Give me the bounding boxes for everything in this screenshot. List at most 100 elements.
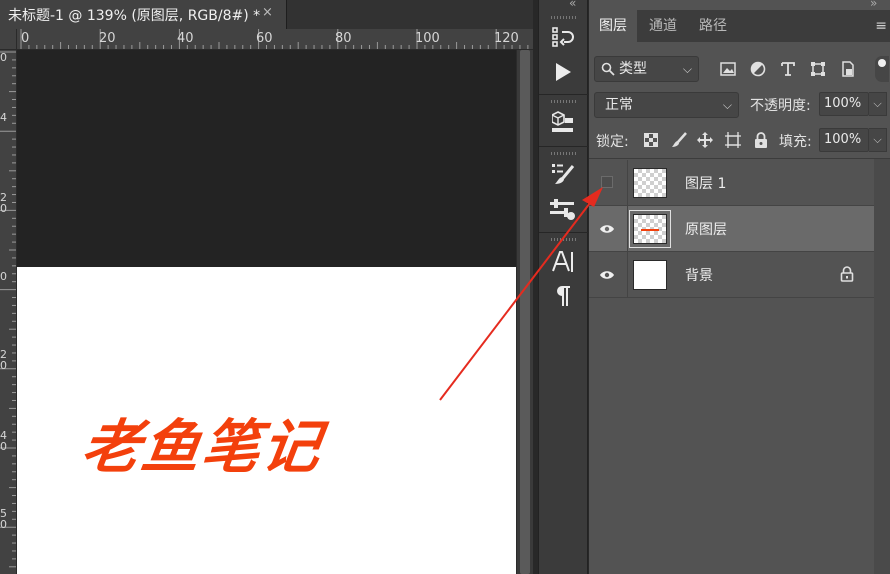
expand-panels-icon[interactable]: « bbox=[569, 0, 576, 10]
opacity-input[interactable]: 100% bbox=[819, 92, 869, 116]
layers-scrollbar[interactable] bbox=[874, 159, 890, 574]
layer-row-background[interactable]: 背景 bbox=[589, 252, 874, 298]
paragraph-button[interactable] bbox=[549, 282, 577, 310]
ruler-h-label: 120 bbox=[494, 31, 519, 46]
ruler-v-label: 2 0 bbox=[0, 191, 7, 215]
tab-layers[interactable]: 图层 bbox=[589, 10, 637, 42]
tab-channels[interactable]: 通道 bbox=[639, 10, 687, 42]
actions-button[interactable] bbox=[549, 58, 577, 86]
3d-button[interactable] bbox=[549, 108, 577, 136]
layer-lock-icon[interactable] bbox=[839, 266, 855, 282]
visibility-toggle[interactable] bbox=[599, 221, 615, 237]
row-divider bbox=[627, 252, 628, 298]
grip-handle-icon[interactable] bbox=[551, 16, 577, 19]
history-button[interactable] bbox=[549, 24, 577, 52]
close-tab-icon[interactable]: × bbox=[262, 5, 273, 20]
document-tab[interactable]: 未标题-1 @ 139% (原图层, RGB/8#) * × bbox=[0, 0, 287, 29]
layer-list-divider bbox=[589, 158, 890, 159]
brush-settings-button[interactable] bbox=[549, 160, 577, 188]
brush-settings-icon bbox=[552, 164, 575, 184]
panel-tabs: 图层 通道 路径 ≡ bbox=[589, 10, 890, 42]
document-area: 未标题-1 @ 139% (原图层, RGB/8#) * × 0 20 40 6… bbox=[0, 0, 533, 574]
filter-toggle[interactable] bbox=[875, 56, 889, 82]
filter-adjustment-button[interactable] bbox=[749, 60, 767, 78]
scrollbar-thumb[interactable] bbox=[520, 50, 530, 574]
opacity-dropdown-button[interactable]: ⌵ bbox=[869, 92, 887, 116]
grip-handle-icon[interactable] bbox=[551, 238, 577, 241]
horizontal-ruler[interactable]: 0 20 40 60 80 100 120 bbox=[17, 29, 533, 50]
dock-separator bbox=[539, 146, 589, 147]
eye-icon bbox=[600, 271, 614, 279]
character-button[interactable] bbox=[549, 248, 577, 276]
lock-transparent-pixels-button[interactable] bbox=[642, 131, 660, 149]
checkerboard-icon bbox=[644, 133, 658, 147]
dock-separator bbox=[539, 232, 589, 233]
layer-row-layer-1[interactable]: 图层 1 bbox=[589, 160, 874, 206]
layer-thumbnail bbox=[633, 168, 667, 198]
layer-thumbnail bbox=[633, 260, 667, 290]
vertical-ruler-ticks bbox=[0, 51, 16, 568]
adjustments-icon bbox=[550, 199, 575, 220]
ruler-v-label: 5 0 bbox=[0, 507, 7, 531]
panel-dock-strip: « bbox=[538, 0, 589, 574]
layer-filter-value: 类型 bbox=[619, 61, 647, 77]
lock-label: 锁定: bbox=[596, 134, 629, 150]
lock-position-button[interactable] bbox=[696, 131, 714, 149]
shape-icon bbox=[811, 62, 825, 76]
filter-smart-object-button[interactable] bbox=[839, 60, 857, 78]
lock-image-pixels-button[interactable] bbox=[670, 131, 688, 149]
ruler-h-label: 60 bbox=[256, 31, 273, 46]
layer-filter-select[interactable]: 类型 ⌵ bbox=[594, 56, 699, 82]
layer-thumbnail bbox=[633, 214, 667, 244]
visibility-toggle-off[interactable] bbox=[601, 176, 613, 188]
layers-panel: 图层 通道 路径 ≡ 类型 ⌵ 正常 ⌵ 不透明度: 100% ⌵ 锁定: 填充… bbox=[589, 0, 890, 574]
filter-pixel-button[interactable] bbox=[719, 60, 737, 78]
ruler-h-label: 40 bbox=[177, 31, 194, 46]
paragraph-icon bbox=[557, 286, 570, 306]
ruler-h-label: 20 bbox=[99, 31, 116, 46]
lock-artboard-button[interactable] bbox=[724, 131, 742, 149]
layer-name: 原图层 bbox=[685, 222, 727, 238]
panel-menu-icon[interactable]: ≡ bbox=[875, 18, 887, 34]
filter-toggle-knob bbox=[878, 59, 886, 67]
chevron-down-icon: ⌵ bbox=[682, 62, 692, 76]
eye-icon bbox=[600, 225, 614, 233]
brush-icon bbox=[672, 132, 687, 147]
fill-dropdown-button[interactable]: ⌵ bbox=[869, 128, 887, 152]
collapse-panels-icon[interactable]: » bbox=[870, 0, 877, 10]
ruler-v-label: 4 0 bbox=[0, 429, 7, 453]
canvas-vertical-scrollbar[interactable] bbox=[516, 50, 533, 574]
canvas-logo-text: 老鱼笔记 bbox=[77, 413, 327, 481]
blend-mode-select[interactable]: 正常 ⌵ bbox=[594, 92, 739, 118]
ruler-v-label: 0 bbox=[0, 270, 7, 283]
ruler-corner bbox=[0, 29, 17, 50]
type-icon bbox=[781, 62, 795, 76]
layer-row-original[interactable]: 原图层 bbox=[589, 206, 874, 252]
row-divider bbox=[627, 160, 628, 206]
document-tab-title: 未标题-1 @ 139% (原图层, RGB/8#) * bbox=[8, 8, 261, 24]
filter-type-button[interactable] bbox=[779, 60, 797, 78]
smart-object-icon bbox=[842, 61, 854, 77]
lock-icon bbox=[755, 132, 767, 148]
vertical-ruler[interactable]: 0 4 2 0 0 2 0 4 0 5 0 bbox=[0, 50, 17, 574]
chevron-down-icon: ⌵ bbox=[722, 98, 732, 112]
adjustments-button[interactable] bbox=[549, 196, 577, 224]
half-circle-icon bbox=[750, 61, 766, 77]
fill-input[interactable]: 100% bbox=[819, 128, 869, 152]
lock-all-button[interactable] bbox=[752, 131, 770, 149]
tab-strip bbox=[287, 0, 533, 29]
visibility-toggle[interactable] bbox=[599, 267, 615, 283]
filter-shape-button[interactable] bbox=[809, 60, 827, 78]
thumbnail-logo-mark bbox=[641, 229, 659, 231]
grip-handle-icon[interactable] bbox=[551, 152, 577, 155]
dock-separator bbox=[539, 94, 589, 95]
grip-handle-icon[interactable] bbox=[551, 100, 577, 103]
canvas-pasteboard[interactable] bbox=[17, 50, 516, 267]
layer-name: 背景 bbox=[685, 268, 713, 284]
move-icon bbox=[697, 132, 713, 148]
tab-paths[interactable]: 路径 bbox=[689, 10, 737, 42]
3d-cube-icon bbox=[552, 111, 573, 132]
character-icon bbox=[552, 251, 573, 272]
ruler-h-label: 0 bbox=[21, 31, 30, 46]
history-icon bbox=[552, 27, 574, 47]
